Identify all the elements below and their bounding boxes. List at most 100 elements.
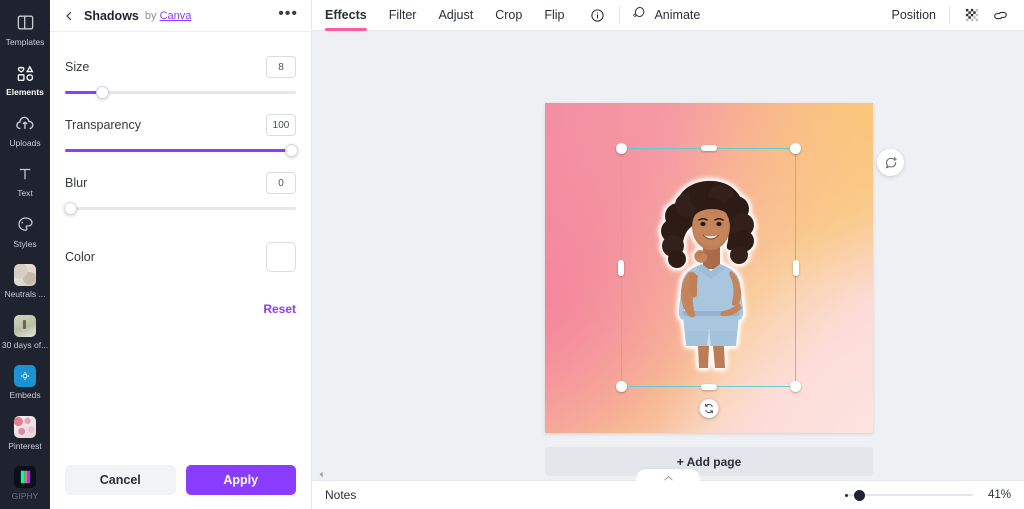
animate-label: Animate — [654, 8, 701, 22]
zoom-slider[interactable] — [845, 488, 973, 502]
pinterest-thumb — [14, 415, 36, 438]
rail-label: Uploads — [9, 137, 41, 148]
rail-item-templates[interactable]: Templates — [0, 4, 50, 55]
panel-header: Shadows by Canva ••• — [50, 0, 311, 32]
tab-filter[interactable]: Filter — [389, 0, 417, 31]
toolbar-right-group: Position — [892, 4, 1011, 26]
rotate-handle-icon[interactable] — [699, 399, 718, 418]
panel-author: by Canva — [145, 10, 191, 22]
canvas-area[interactable]: + Add page — [312, 31, 1024, 509]
control-row: Blur 0 — [65, 170, 296, 196]
color-label: Color — [65, 250, 95, 264]
panel-body: Size 8 Transparency 100 Blur 0 Color Res… — [50, 32, 311, 465]
color-swatch[interactable] — [266, 242, 296, 272]
position-button[interactable]: Position — [892, 8, 936, 22]
notes-label[interactable]: Notes — [325, 488, 356, 502]
tab-crop[interactable]: Crop — [495, 0, 522, 31]
rail-item-giphy[interactable]: GIPHY — [0, 459, 50, 509]
control-label: Transparency — [65, 118, 141, 132]
rail-item-neutrals[interactable]: Neutrals ... — [0, 257, 50, 308]
control-transparency: Transparency 100 — [65, 112, 298, 158]
rail-label: 30 days of... — [1, 339, 49, 350]
tab-effects[interactable]: Effects — [325, 0, 367, 31]
toolbar-divider — [619, 6, 621, 24]
slider-knob[interactable] — [95, 86, 109, 99]
resize-handle-top-left[interactable] — [616, 143, 627, 154]
resize-handle-top-right[interactable] — [790, 143, 801, 154]
link-icon[interactable] — [989, 4, 1011, 26]
zoom-percentage: 41% — [987, 489, 1011, 501]
rail-label: Neutrals ... — [4, 289, 46, 300]
size-value-input[interactable]: 8 — [266, 56, 296, 78]
rail-label: Pinterest — [8, 440, 42, 451]
rail-item-30-days[interactable]: 30 days of... — [0, 307, 50, 358]
resize-handle-bottom[interactable] — [700, 384, 717, 390]
rail-item-pinterest[interactable]: Pinterest — [0, 408, 50, 459]
left-rail: Templates Elements Uploads Text Styles N… — [0, 0, 50, 509]
toolbar-divider-2 — [949, 6, 950, 24]
control-row: Transparency 100 — [65, 112, 296, 138]
shadows-panel: Shadows by Canva ••• Size 8 Transparency… — [50, 0, 312, 509]
rail-item-elements[interactable]: Elements — [0, 55, 50, 106]
image-toolbar: Effects Filter Adjust Crop Flip Animate … — [312, 0, 1024, 31]
resize-handle-bottom-left[interactable] — [616, 381, 627, 392]
control-label: Blur — [65, 176, 88, 190]
resize-handle-left[interactable] — [618, 259, 624, 276]
control-row: Size 8 — [65, 54, 296, 80]
cancel-button[interactable]: Cancel — [65, 465, 176, 495]
tab-flip[interactable]: Flip — [544, 0, 564, 31]
control-color: Color — [65, 242, 296, 272]
rail-item-uploads[interactable]: Uploads — [0, 105, 50, 156]
blur-slider[interactable] — [64, 200, 296, 216]
apply-button[interactable]: Apply — [185, 465, 296, 495]
neutrals-thumb — [14, 264, 36, 287]
add-comment-icon[interactable] — [877, 149, 904, 176]
rail-item-embeds[interactable]: Embeds — [0, 358, 50, 409]
rail-item-styles[interactable]: Styles — [0, 206, 50, 257]
resize-handle-right[interactable] — [793, 259, 799, 276]
rail-label: Elements — [6, 87, 44, 98]
design-page[interactable] — [545, 103, 873, 433]
info-icon[interactable] — [586, 4, 608, 26]
resize-handle-bottom-right[interactable] — [790, 381, 801, 392]
animate-icon — [631, 5, 647, 26]
rail-label: Embeds — [9, 390, 41, 401]
canva-editor: Templates Elements Uploads Text Styles N… — [0, 0, 1024, 509]
giphy-thumb — [14, 466, 36, 489]
zoom-knob[interactable] — [854, 490, 865, 501]
more-options-icon[interactable]: ••• — [278, 5, 298, 22]
back-chevron-icon[interactable] — [63, 9, 77, 23]
rail-label: GIPHY — [11, 491, 39, 502]
chevron-up-icon[interactable] — [636, 469, 700, 482]
text-icon — [13, 163, 37, 185]
resize-handle-top[interactable] — [700, 145, 717, 151]
slider-knob[interactable] — [64, 202, 77, 215]
control-size: Size 8 — [65, 54, 296, 100]
add-page-button[interactable]: + Add page — [545, 447, 873, 476]
slider-fill — [65, 149, 296, 152]
rail-label: Styles — [13, 238, 37, 249]
reset-row: Reset — [65, 300, 296, 318]
collapse-left-icon[interactable] — [315, 468, 327, 480]
transparency-value-input[interactable]: 100 — [266, 114, 296, 136]
slider-knob[interactable] — [285, 144, 298, 157]
uploads-icon — [13, 113, 37, 135]
editor-area: Effects Filter Adjust Crop Flip Animate … — [312, 0, 1024, 509]
zoom-controls: 41% — [845, 488, 1011, 502]
tab-adjust[interactable]: Adjust — [438, 0, 473, 31]
transparency-slider[interactable] — [65, 142, 298, 158]
transparency-checkerboard-icon[interactable] — [961, 4, 983, 26]
thirty-days-thumb — [14, 314, 36, 337]
animate-button[interactable]: Animate — [631, 5, 700, 26]
panel-author-link[interactable]: Canva — [160, 10, 192, 22]
reset-button[interactable]: Reset — [263, 302, 296, 316]
zoom-min-dot — [845, 494, 848, 497]
rail-item-text[interactable]: Text — [0, 156, 50, 207]
rail-label: Text — [17, 188, 33, 199]
panel-author-prefix: by — [144, 9, 157, 22]
blur-value-input[interactable]: 0 — [266, 172, 296, 194]
size-slider[interactable] — [65, 84, 296, 100]
slider-track — [65, 207, 296, 210]
selection-frame[interactable] — [616, 143, 801, 418]
panel-title: Shadows — [84, 8, 139, 23]
